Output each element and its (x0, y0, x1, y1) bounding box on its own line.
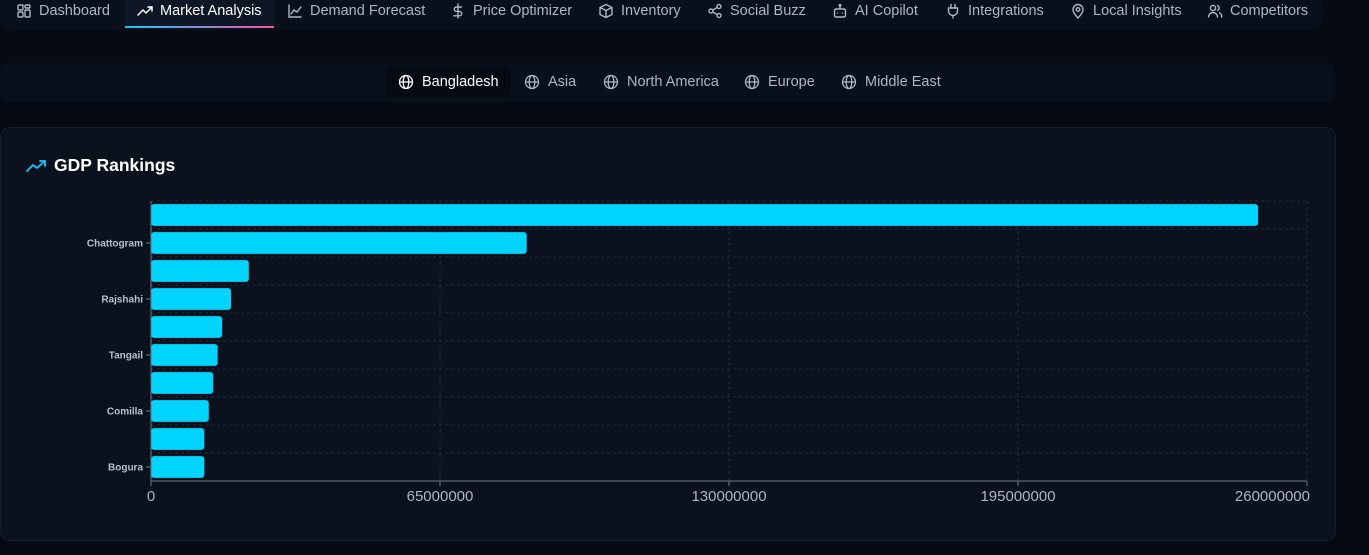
tab-dashboard[interactable]: Dashboard (16, 0, 110, 27)
y-tick-label: Tangail (109, 351, 143, 362)
globe-icon (841, 74, 857, 90)
bar (151, 260, 249, 282)
active-tab-underline (125, 26, 274, 28)
y-tick-label: Comilla (107, 407, 144, 418)
region-selector: Bangladesh Asia North America Europe Mid… (0, 63, 1335, 102)
tab-label: Competitors (1230, 2, 1309, 19)
trending-up-icon (137, 3, 153, 19)
region-label: Middle East (865, 74, 941, 90)
tab-label: Inventory (621, 2, 681, 19)
region-asia[interactable]: Asia (512, 67, 588, 97)
tab-label: Market Analysis (160, 2, 262, 19)
region-europe[interactable]: Europe (732, 67, 827, 97)
y-tick-label: Chattogram (87, 239, 143, 250)
bar (151, 344, 218, 366)
tab-social-buzz[interactable]: Social Buzz (707, 0, 806, 27)
region-middle-east[interactable]: Middle East (829, 67, 953, 97)
tab-label: Integrations (968, 2, 1044, 19)
region-label: Europe (768, 74, 815, 90)
tab-inventory[interactable]: Inventory (598, 0, 681, 27)
region-label: Bangladesh (422, 74, 499, 90)
globe-icon (524, 74, 540, 90)
bar (151, 288, 232, 310)
x-tick-label: 260000000 (1235, 488, 1310, 505)
bar (151, 232, 527, 254)
tab-competitors[interactable]: Competitors (1207, 0, 1308, 27)
tab-label: Social Buzz (730, 2, 806, 19)
tab-price-optimizer[interactable]: Price Optimizer (450, 0, 572, 27)
bot-icon (832, 3, 848, 19)
gdp-bar-chart: Chattogram Rajshahi Tangail Comilla Bogura 0 6… (87, 200, 1310, 505)
tab-label: Price Optimizer (473, 2, 573, 19)
bar (151, 316, 223, 338)
dollar-icon (450, 2, 466, 19)
box-icon (598, 3, 614, 19)
region-label: North America (627, 74, 719, 90)
bar (151, 204, 1259, 226)
tab-market-analysis[interactable]: Market Analysis (125, 0, 274, 28)
globe-icon (398, 74, 414, 90)
gdp-rankings-card: GDP Rankings Chattogram Rajshahi Tangail Co… (0, 127, 1336, 541)
plug-icon (945, 3, 961, 19)
tab-label: AI Copilot (855, 2, 918, 19)
tab-local-insights[interactable]: Local Insights (1070, 0, 1182, 27)
region-bangladesh[interactable]: Bangladesh (386, 67, 511, 97)
main-nav: Dashboard Market Analysis Demand Forecas… (0, 0, 1323, 30)
bar (151, 428, 205, 450)
share-icon (707, 3, 723, 19)
x-tick-label: 65000000 (407, 488, 474, 505)
bar (151, 400, 209, 422)
bar (151, 456, 205, 478)
tab-demand-forecast[interactable]: Demand Forecast (287, 0, 425, 27)
line-chart-icon (287, 3, 303, 19)
x-tick-label: 0 (147, 488, 155, 505)
y-tick-label: Bogura (108, 463, 143, 474)
x-tick-label: 130000000 (691, 488, 766, 505)
map-pin-icon (1070, 3, 1086, 19)
x-tick-label: 195000000 (980, 488, 1055, 505)
region-north-america[interactable]: North America (591, 67, 731, 97)
tab-label: Demand Forecast (310, 2, 426, 19)
tab-label: Dashboard (39, 2, 110, 19)
tab-label: Local Insights (1093, 2, 1182, 19)
y-tick-label: Rajshahi (101, 295, 143, 306)
region-label: Asia (548, 74, 577, 90)
tab-integrations[interactable]: Integrations (945, 0, 1044, 27)
dashboard-icon (16, 3, 32, 19)
tab-ai-copilot[interactable]: AI Copilot (832, 0, 918, 27)
bar (151, 372, 214, 394)
globe-icon (744, 74, 760, 90)
users-icon (1207, 3, 1223, 19)
globe-icon (603, 74, 619, 90)
